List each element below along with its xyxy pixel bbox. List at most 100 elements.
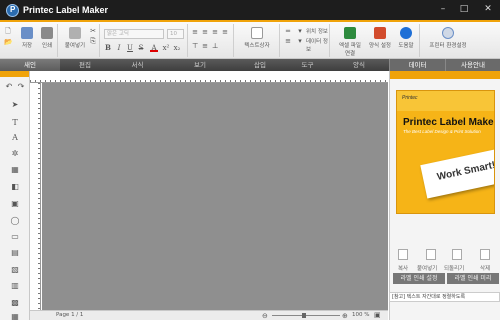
excel-link-button[interactable]: 엑셀 파일 연결 [336, 27, 364, 57]
tab-2[interactable]: 서식 [110, 59, 165, 71]
superscript-icon[interactable]: x² [162, 44, 170, 52]
data-info-button[interactable]: 데이터 정보 [306, 37, 328, 53]
design-canvas[interactable] [42, 83, 388, 310]
qrcode-tool-icon[interactable]: ▩ [9, 297, 21, 308]
app-logo-icon [6, 4, 19, 17]
tab-guide[interactable]: 사용안내 [445, 59, 500, 71]
counter-tool-icon[interactable]: ✲ [9, 148, 21, 159]
cut-icon[interactable]: ✂ [89, 27, 97, 35]
shape-tool-icon[interactable]: ◧ [9, 181, 21, 192]
valign-middle-icon[interactable]: ≡ [201, 42, 209, 50]
redo-icon[interactable]: ↷ [16, 81, 26, 92]
line-color-icon[interactable]: ▾ [296, 27, 304, 35]
label-print-preview-button[interactable]: 라벨 인쇄 미리 [447, 273, 499, 284]
zoom-out-icon[interactable]: ⊖ [262, 312, 268, 320]
delete-action-label: 삭제 [480, 266, 491, 272]
table-tool-icon[interactable]: ▦ [9, 311, 21, 320]
tab-3[interactable]: 보기 [165, 59, 235, 71]
text-tool-icon[interactable]: T [9, 117, 21, 128]
clipart-tool-icon[interactable]: ▤ [9, 247, 21, 258]
font-family-select[interactable]: 맑은 고딕 [104, 29, 164, 39]
tool-panel: ↶ ↷ ➤ T A ✲ ▦ ◧ ▣ ◯ ▭ ▤ ▧ ▥ ▩ ▦ [0, 71, 30, 320]
copy-action-icon[interactable] [398, 249, 408, 260]
paste-action-label: 붙여넣기 [417, 266, 438, 272]
tab-5[interactable]: 도구 [285, 59, 330, 71]
subscript-icon[interactable]: x₂ [173, 44, 181, 52]
printer-settings-button[interactable]: 프린터 환경설정 [424, 27, 472, 49]
gear-icon [442, 27, 454, 39]
tab-data[interactable]: 데이터 [389, 59, 445, 71]
tab-6[interactable]: 양식 [330, 59, 388, 71]
paste-action-icon[interactable] [426, 249, 436, 260]
zoom-slider-knob[interactable] [302, 313, 306, 318]
fill-icon[interactable]: ▾ [296, 37, 304, 45]
copy-icon[interactable]: ⎘ [89, 37, 97, 45]
format-button[interactable]: 양식 설정 [368, 27, 392, 49]
fit-page-icon[interactable]: ▣ [374, 311, 381, 319]
tab-4[interactable]: 삽입 [235, 59, 285, 71]
font-group: 맑은 고딕 10 B I U S A x² x₂ [100, 24, 188, 57]
circle-tool-icon[interactable]: ◯ [9, 215, 21, 226]
close-button[interactable]: ✕ [481, 3, 495, 16]
italic-button[interactable]: I [115, 44, 123, 52]
print-button[interactable]: 인쇄 [38, 27, 56, 49]
save-icon [21, 27, 33, 39]
promo-subtitle: The Best Label Design & Print Solution [403, 129, 481, 134]
delete-action-icon[interactable] [480, 249, 490, 260]
line-group: ═ ▾ ≡ ▾ 위치 정보 데이터 정보 [280, 24, 330, 57]
valign-bottom-icon[interactable]: ⊥ [211, 42, 219, 50]
print-icon [41, 27, 53, 39]
new-icon[interactable]: 🗋 [4, 27, 12, 35]
maximize-button[interactable]: □ [457, 3, 471, 16]
promo-banner: Printec Printec Label Maker The Best Lab… [396, 90, 495, 214]
position-info-button[interactable]: 위치 정보 [306, 27, 328, 35]
status-bar: Page 1 / 1 ⊖ ⊕ 100 % ▣ [30, 310, 388, 320]
align-left-icon[interactable]: ≡ [191, 28, 199, 36]
zoom-in-icon[interactable]: ⊕ [342, 312, 348, 320]
underline-button[interactable]: U [126, 44, 134, 52]
barcode-tool-icon[interactable]: ▥ [9, 280, 21, 291]
copy-action-label: 복사 [398, 266, 409, 272]
rich-text-icon[interactable]: A [9, 132, 21, 143]
format-icon [374, 27, 386, 39]
undo-action-icon[interactable] [452, 249, 462, 260]
line-width-icon[interactable]: ≡ [284, 37, 292, 45]
promo-card: Work Smart! [420, 149, 494, 199]
zoom-slider[interactable] [272, 313, 340, 318]
text-box-icon [251, 27, 263, 39]
tab-strip: 새인 편집 서식 보기 삽입 도구 양식 데이터 사용안내 [0, 59, 500, 71]
page-indicator: Page 1 / 1 [56, 312, 84, 318]
label-print-settings-button[interactable]: 라벨 인쇄 설정 [393, 273, 445, 284]
text-box-button[interactable]: 텍스트상자 [238, 27, 276, 49]
tool-panel-header [0, 71, 29, 77]
help-button[interactable]: 도움말 [394, 27, 418, 49]
promo-title: Printec Label Maker [403, 117, 495, 128]
clipboard-group: 붙여넣기 ✂ ⎘ [58, 24, 100, 57]
title-bar: Printec Label Maker – □ ✕ [0, 0, 500, 22]
justify-icon[interactable]: ≡ [221, 28, 229, 36]
open-icon[interactable]: 📂 [4, 38, 13, 46]
minimize-button[interactable]: – [436, 3, 450, 16]
text-color-button[interactable]: A [150, 44, 158, 52]
paste-button[interactable]: 붙여넣기 [62, 27, 88, 49]
font-size-select[interactable]: 10 [167, 29, 184, 39]
data-group: 엑셀 파일 연결 양식 설정 도움말 [330, 24, 420, 57]
picture-tool-icon[interactable]: ▧ [9, 264, 21, 275]
file-group: 🗋 📂 저장 인쇄 [0, 24, 58, 57]
save-button[interactable]: 저장 [18, 27, 36, 49]
ribbon-toolbar: 🗋 📂 저장 인쇄 붙여넣기 ✂ ⎘ 맑은 고딕 10 B I U S A x²… [0, 22, 500, 59]
undo-icon[interactable]: ↶ [4, 81, 14, 92]
image-tool-icon[interactable]: ▣ [9, 198, 21, 209]
line-style-icon[interactable]: ═ [284, 27, 292, 35]
tab-0[interactable]: 새인 [0, 59, 60, 71]
help-tip-text: [참고] 텍스트 자간대로 정렬하도록 [389, 292, 500, 302]
align-center-icon[interactable]: ≡ [201, 28, 209, 36]
rect-tool-icon[interactable]: ▭ [9, 231, 21, 242]
date-tool-icon[interactable]: ▦ [9, 164, 21, 175]
align-right-icon[interactable]: ≡ [211, 28, 219, 36]
select-arrow-icon[interactable]: ➤ [9, 99, 21, 110]
tab-1[interactable]: 편집 [60, 59, 110, 71]
strike-button[interactable]: S [137, 44, 145, 52]
bold-button[interactable]: B [104, 44, 112, 52]
valign-top-icon[interactable]: ⊤ [191, 42, 199, 50]
